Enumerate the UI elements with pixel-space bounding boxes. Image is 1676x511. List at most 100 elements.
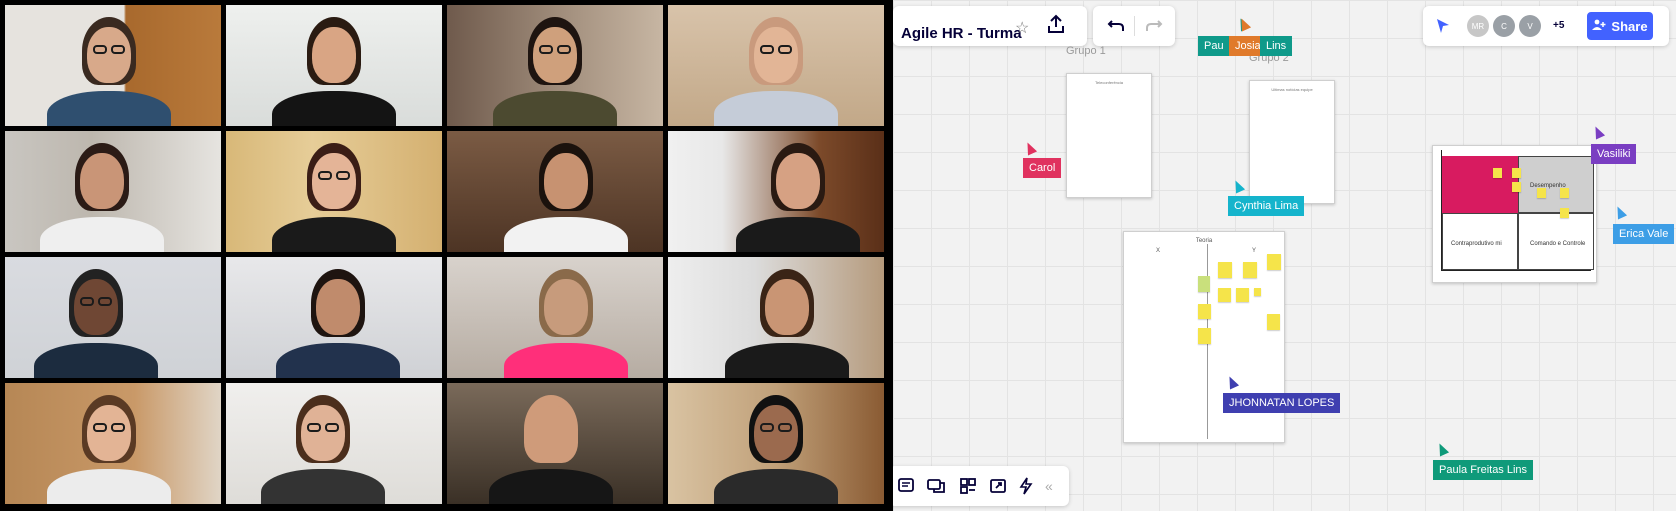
collaborator-cursor-label: Lins <box>1260 36 1293 56</box>
screen: Agile HR - Turma ☆ MR C V +5 Share Grupo… <box>0 0 1676 511</box>
glasses <box>778 45 792 54</box>
avatar[interactable]: C <box>1493 15 1515 37</box>
participant-face <box>754 27 798 83</box>
participant-face <box>765 279 809 335</box>
video-grid <box>0 0 893 511</box>
glasses <box>111 423 125 432</box>
participant-torso <box>47 469 171 504</box>
video-tile[interactable] <box>5 257 221 378</box>
glasses <box>760 45 774 54</box>
sticky-note[interactable] <box>1218 262 1232 278</box>
sticky-note[interactable] <box>1198 276 1210 292</box>
participant-face <box>776 153 820 209</box>
redo-icon[interactable] <box>1145 17 1163 33</box>
upload-icon[interactable] <box>1047 14 1065 34</box>
sticky-note[interactable] <box>1218 288 1231 302</box>
sticky-note[interactable] <box>1236 288 1249 302</box>
teoria-x-label: X <box>1156 248 1161 254</box>
participant-torso <box>504 343 628 378</box>
share-icon <box>1592 19 1606 34</box>
avatar[interactable]: MR <box>1467 15 1489 37</box>
collaborator-cursor-label: Pau <box>1198 36 1230 56</box>
sticky-note[interactable] <box>1243 262 1257 278</box>
avatar[interactable]: V <box>1519 15 1541 37</box>
glasses <box>80 297 94 306</box>
video-tile[interactable] <box>447 5 663 126</box>
participant-face <box>312 153 356 209</box>
participant-face <box>754 405 798 461</box>
participant-torso <box>504 217 628 252</box>
video-tile[interactable] <box>5 131 221 252</box>
participant-face <box>544 153 588 209</box>
cursor-arrow-icon <box>1590 124 1606 140</box>
grid-icon[interactable] <box>959 477 977 495</box>
participant-torso <box>47 91 171 126</box>
video-tile[interactable] <box>447 383 663 504</box>
participant-face <box>533 27 577 83</box>
sticky-note[interactable] <box>1512 182 1521 192</box>
sticky-note[interactable] <box>1198 328 1211 344</box>
video-tile[interactable] <box>226 383 442 504</box>
cursor-mode-icon[interactable] <box>1435 17 1451 35</box>
comment-icon[interactable] <box>897 477 915 495</box>
screen-share-icon[interactable] <box>989 477 1007 495</box>
sticky-note[interactable] <box>1254 288 1261 296</box>
sticky-note[interactable] <box>1493 168 1502 178</box>
video-tile[interactable] <box>5 5 221 126</box>
participant-face <box>544 279 588 335</box>
collaborator-avatars: MR C V <box>1467 15 1545 37</box>
participant-torso <box>493 91 617 126</box>
document-title: Ultimas notícias equipe <box>1271 87 1313 92</box>
video-tile[interactable] <box>668 257 884 378</box>
matrix-label-bottom-right: Comando e Controle <box>1530 241 1586 247</box>
document-card-1[interactable]: Teleconferência <box>1066 73 1152 198</box>
sticky-note[interactable] <box>1560 188 1569 198</box>
chat-icon[interactable] <box>927 477 947 495</box>
sticky-note[interactable] <box>1267 314 1280 330</box>
video-tile[interactable] <box>668 131 884 252</box>
sticky-note[interactable] <box>1560 208 1569 218</box>
lightning-icon[interactable] <box>1019 477 1033 495</box>
share-label: Share <box>1611 18 1648 34</box>
cursor-arrow-icon <box>1434 441 1450 457</box>
video-tile[interactable] <box>226 5 442 126</box>
glasses <box>336 171 350 180</box>
participant-torso <box>276 343 400 378</box>
sticky-note[interactable] <box>1512 168 1521 178</box>
participant-torso <box>725 343 849 378</box>
glasses <box>93 45 107 54</box>
glasses <box>307 423 321 432</box>
share-button[interactable]: Share <box>1587 12 1653 40</box>
participant-torso <box>714 91 838 126</box>
participant-torso <box>261 469 385 504</box>
teoria-y-label: Y <box>1252 248 1257 254</box>
video-tile[interactable] <box>5 383 221 504</box>
document-card-2[interactable]: Ultimas notícias equipe <box>1249 80 1335 204</box>
participant-torso <box>489 469 613 504</box>
participant-torso <box>40 217 164 252</box>
sticky-note[interactable] <box>1198 304 1211 319</box>
video-tile[interactable] <box>447 131 663 252</box>
video-tile[interactable] <box>226 257 442 378</box>
cursor-arrow-icon <box>1022 140 1038 156</box>
board-title[interactable]: Agile HR - Turma <box>901 25 1022 42</box>
star-icon[interactable]: ☆ <box>1015 18 1029 38</box>
document-title: Teleconferência <box>1094 80 1124 85</box>
participant-face <box>316 279 360 335</box>
matrix-frame[interactable]: Desempenho Contraprodutivo mi Comando e … <box>1432 145 1597 283</box>
participant-torso <box>272 217 396 252</box>
sticky-note[interactable] <box>1267 254 1281 270</box>
more-collaborators-count[interactable]: +5 <box>1553 20 1564 31</box>
video-tile[interactable] <box>668 383 884 504</box>
collapse-icon[interactable]: « <box>1045 478 1053 494</box>
video-tile[interactable] <box>226 131 442 252</box>
video-tile[interactable] <box>668 5 884 126</box>
collaborator-cursor-label: Cynthia Lima <box>1228 196 1305 216</box>
undo-icon[interactable] <box>1107 17 1125 33</box>
glasses <box>318 171 332 180</box>
sticky-note[interactable] <box>1537 188 1546 198</box>
participant-face <box>529 405 573 461</box>
video-tile[interactable] <box>447 257 663 378</box>
cursor-arrow-icon <box>1612 204 1628 220</box>
whiteboard-canvas[interactable]: Agile HR - Turma ☆ MR C V +5 Share Grupo… <box>893 0 1676 511</box>
